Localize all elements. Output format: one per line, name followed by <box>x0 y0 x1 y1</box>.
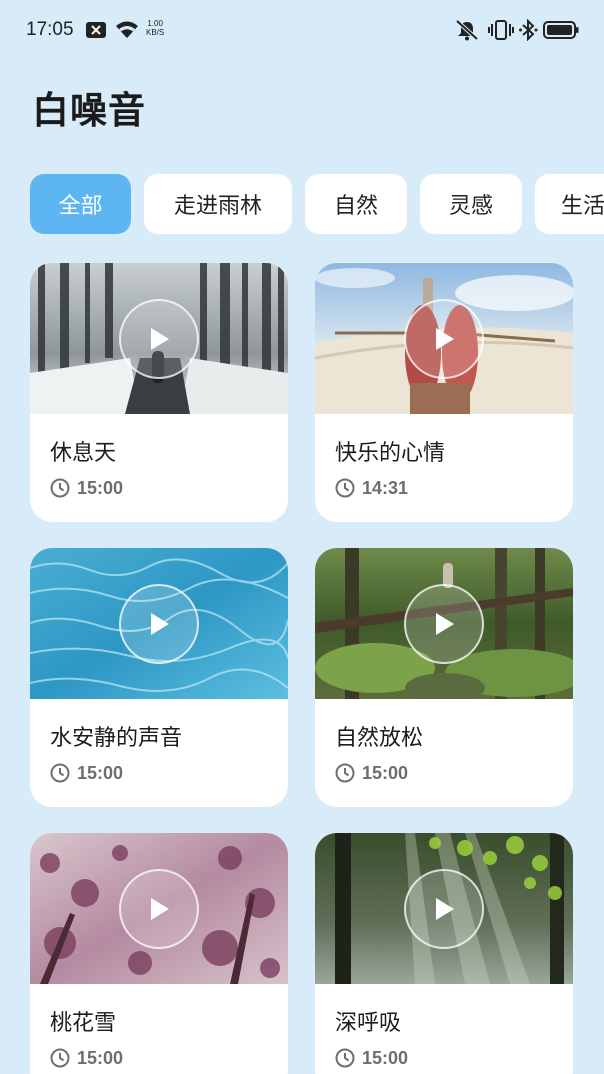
duration-text: 15:00 <box>362 1047 409 1068</box>
play-button[interactable] <box>119 584 199 664</box>
tab-rainforest[interactable]: 走进雨林 <box>144 174 292 234</box>
white-noise-screen: 17:05 1.00 KB/S 白噪音 全部 走进雨林 自然 灵感 生活 休息天… <box>0 0 604 1074</box>
vibrate-icon <box>487 19 515 41</box>
play-button[interactable] <box>404 584 484 664</box>
play-icon <box>151 613 169 635</box>
status-bar: 17:05 1.00 KB/S <box>0 0 604 62</box>
clock-icon <box>335 478 355 498</box>
duration-text: 15:00 <box>362 762 409 783</box>
play-icon <box>436 613 454 635</box>
sound-card[interactable]: 自然放松 15:00 <box>315 548 573 807</box>
card-title: 深呼吸 <box>335 1011 402 1036</box>
play-button[interactable] <box>119 299 199 379</box>
card-duration: 15:00 <box>50 1047 123 1069</box>
clock-icon <box>50 478 70 498</box>
mute-icon <box>454 19 480 41</box>
card-duration: 15:00 <box>335 1047 408 1069</box>
card-duration: 14:31 <box>335 477 408 499</box>
net-speed-unit: KB/S <box>146 28 165 37</box>
duration-text: 15:00 <box>77 762 124 783</box>
play-icon <box>151 328 169 350</box>
duration-text: 14:31 <box>362 477 409 498</box>
sound-card[interactable]: 深呼吸 15:00 <box>315 833 573 1074</box>
tab-all[interactable]: 全部 <box>30 174 131 234</box>
card-title: 快乐的心情 <box>335 441 446 466</box>
play-icon <box>151 898 169 920</box>
page-title: 白噪音 <box>32 89 146 132</box>
battery-icon <box>543 19 579 41</box>
clock-icon <box>335 1048 355 1068</box>
card-title: 自然放松 <box>335 726 424 751</box>
card-title: 桃花雪 <box>50 1011 117 1036</box>
status-time: 17:05 <box>26 19 74 40</box>
sound-card[interactable]: 休息天 15:00 <box>30 263 288 522</box>
wifi-icon <box>115 19 139 41</box>
clock-icon <box>50 1048 70 1068</box>
play-button[interactable] <box>119 869 199 949</box>
card-duration: 15:00 <box>50 762 123 784</box>
bluetooth-icon <box>518 19 540 41</box>
network-speed: 1.00 KB/S <box>146 19 164 37</box>
card-duration: 15:00 <box>335 762 408 784</box>
clock-icon <box>335 763 355 783</box>
sound-card[interactable]: 水安静的声音 15:00 <box>30 548 288 807</box>
play-button[interactable] <box>404 869 484 949</box>
tab-inspiration[interactable]: 灵感 <box>420 174 522 234</box>
play-button[interactable] <box>404 299 484 379</box>
sound-card[interactable]: 桃花雪 15:00 <box>30 833 288 1074</box>
tab-life[interactable]: 生活 <box>535 174 604 234</box>
card-duration: 15:00 <box>50 477 123 499</box>
duration-text: 15:00 <box>77 1047 124 1068</box>
duration-text: 15:00 <box>77 477 124 498</box>
sound-card[interactable]: 快乐的心情 14:31 <box>315 263 573 522</box>
play-icon <box>436 328 454 350</box>
card-title: 水安静的声音 <box>50 726 183 751</box>
net-speed-value: 1.00 <box>147 19 163 28</box>
card-title: 休息天 <box>50 441 117 466</box>
category-tabs: 全部 走进雨林 自然 灵感 生活 <box>30 174 604 234</box>
clock-icon <box>50 763 70 783</box>
play-icon <box>436 898 454 920</box>
notification-badge-icon <box>86 19 106 41</box>
tab-nature[interactable]: 自然 <box>305 174 407 234</box>
